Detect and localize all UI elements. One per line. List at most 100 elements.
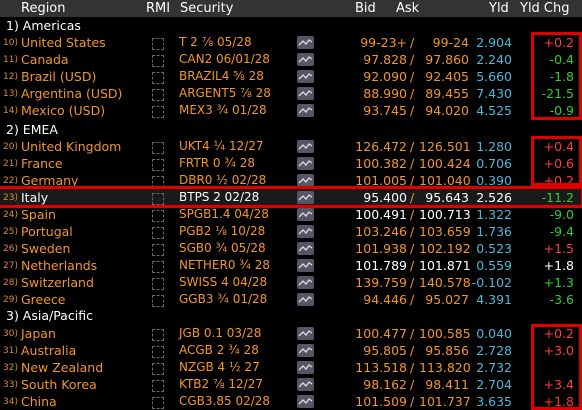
table-row[interactable]: 20) United Kingdom UKT4 ¼ 12/27 126.472/126… [0,138,582,155]
security-name[interactable]: NETHER0 ¾ 28 [179,258,270,272]
rmi-checkbox-icon[interactable] [152,363,164,375]
rmi-checkbox-icon[interactable] [152,380,164,392]
region-name[interactable]: South Korea [21,377,97,392]
security-name[interactable]: DBR0 ½ 02/28 [179,173,266,187]
region-name[interactable]: Sweden [21,241,70,256]
rmi-checkbox-icon[interactable] [152,106,164,118]
region-name[interactable]: Spain [21,207,56,222]
mini-chart-icon[interactable] [297,378,314,391]
header-rmi[interactable]: RMI [146,1,170,16]
security-name[interactable]: UKT4 ¼ 12/27 [179,139,264,153]
rmi-checkbox-icon[interactable] [152,89,164,101]
region-name[interactable]: Switzerland [21,275,94,290]
rmi-checkbox-icon[interactable] [152,227,164,239]
table-row[interactable]: 31) Australia ACGB 2 ¾ 28 95.805/95.856 2.72… [0,342,582,359]
mini-chart-icon[interactable] [297,276,314,289]
rmi-checkbox-icon[interactable] [152,159,164,171]
region-name[interactable]: Netherlands [21,258,97,273]
region-name[interactable]: Canada [21,52,69,67]
mini-chart-icon[interactable] [297,293,314,306]
mini-chart-icon[interactable] [297,242,314,255]
security-name[interactable]: MEX3 ¾ 01/28 [179,103,267,117]
security-name[interactable]: CGB3.85 02/28 [179,394,270,408]
region-name[interactable]: Mexico (USD) [21,103,105,118]
security-name[interactable]: PGB2 ⅛ 10/28 [179,224,265,238]
region-name[interactable]: United States [21,35,106,50]
mini-chart-icon[interactable] [297,157,314,170]
group-asia-pacific[interactable]: 3) Asia/Pacific [0,307,582,324]
table-row[interactable]: 34) China CGB3.85 02/28 101.509/101.737 3.63… [0,393,582,410]
security-name[interactable]: BRAZIL4 ⅝ 28 [179,69,264,83]
rmi-checkbox-icon[interactable] [152,329,164,341]
security-name[interactable]: FRTR 0 ¾ 28 [179,156,255,170]
mini-chart-icon[interactable] [297,87,314,100]
security-name[interactable]: JGB 0.1 03/28 [179,326,261,340]
table-row[interactable]: 11) Canada CAN2 06/01/28 97.828/97.860 2.240… [0,51,582,68]
rmi-checkbox-icon[interactable] [152,278,164,290]
table-row[interactable]: 30) Japan JGB 0.1 03/28 100.477/100.585 0.04… [0,325,582,342]
mini-chart-icon[interactable] [297,140,314,153]
rmi-checkbox-icon[interactable] [152,261,164,273]
mini-chart-icon[interactable] [297,361,314,374]
security-name[interactable]: CAN2 06/01/28 [179,52,270,66]
rmi-checkbox-icon[interactable] [152,244,164,256]
region-name[interactable]: Japan [21,326,56,341]
header-bid[interactable]: Bid [355,1,376,16]
table-row[interactable]: 14) Mexico (USD) MEX3 ¾ 01/28 93.745/94.020… [0,102,582,119]
region-name[interactable]: Australia [21,343,76,358]
mini-chart-icon[interactable] [297,395,314,408]
mini-chart-icon[interactable] [297,70,314,83]
rmi-checkbox-icon[interactable] [152,346,164,358]
header-security[interactable]: Security [180,1,233,16]
rmi-checkbox-icon[interactable] [152,142,164,154]
region-name[interactable]: Portugal [21,224,73,239]
table-row[interactable]: 32) New Zealand NZGB 4 ½ 27 113.518/113.820… [0,359,582,376]
mini-chart-icon[interactable] [297,104,314,117]
security-name[interactable]: SWISS 4 04/28 [179,275,267,289]
mini-chart-icon[interactable] [297,259,314,272]
region-name[interactable]: China [21,394,57,409]
group-americas[interactable]: 1) Americas [0,17,582,34]
header-ask[interactable]: Ask [396,1,419,16]
security-name[interactable]: SGB0 ¾ 05/28 [179,241,266,255]
group-emea[interactable]: 2) EMEA [0,121,582,138]
table-row[interactable]: 28) Switzerland SWISS 4 04/28 139.759/140.5… [0,274,582,291]
table-row[interactable]: 33) South Korea KTB2 ⅞ 12/27 98.162/98.411 2… [0,376,582,393]
mini-chart-icon[interactable] [297,36,314,49]
security-name[interactable]: SPGB1.4 04/28 [179,207,269,221]
region-name[interactable]: Brazil (USD) [21,69,96,84]
rmi-checkbox-icon[interactable] [152,55,164,67]
security-name[interactable]: NZGB 4 ½ 27 [179,360,260,374]
table-row[interactable]: 10) United States T 2 ⅞ 05/28 99-23+/99-24 2… [0,34,582,51]
mini-chart-icon[interactable] [297,208,314,221]
security-name[interactable]: T 2 ⅞ 05/28 [179,35,252,49]
table-row[interactable]: 25) Portugal PGB2 ⅛ 10/28 103.246/103.659 1.… [0,223,582,240]
region-name[interactable]: France [21,156,63,171]
header-yld[interactable]: Yld [489,1,509,16]
region-name[interactable]: Greece [21,292,66,307]
table-row[interactable]: 24) Spain SPGB1.4 04/28 100.491/100.713 1.32… [0,206,582,223]
table-row[interactable]: 12) Brazil (USD) BRAZIL4 ⅝ 28 92.090/92.405… [0,68,582,85]
security-name[interactable]: ACGB 2 ¾ 28 [179,343,259,357]
rmi-checkbox-icon[interactable] [152,295,164,307]
mini-chart-icon[interactable] [297,327,314,340]
mini-chart-icon[interactable] [297,225,314,238]
region-name[interactable]: Argentina (USD) [21,86,122,101]
table-row[interactable]: 26) Sweden SGB0 ¾ 05/28 101.938/102.192 0.52… [0,240,582,257]
rmi-checkbox-icon[interactable] [152,210,164,222]
table-row[interactable]: 13) Argentina (USD) ARGENT5 ⅞ 28 88.990/89.… [0,85,582,102]
rmi-checkbox-icon[interactable] [152,397,164,409]
table-row[interactable]: 27) Netherlands NETHER0 ¾ 28 101.789/101.87… [0,257,582,274]
mini-chart-icon[interactable] [297,53,314,66]
table-row[interactable]: 21) France FRTR 0 ¾ 28 100.382/100.424 0.706… [0,155,582,172]
mini-chart-icon[interactable] [297,344,314,357]
header-region[interactable]: Region [21,1,66,16]
security-name[interactable]: KTB2 ⅞ 12/27 [179,377,263,391]
region-name[interactable]: United Kingdom [21,139,121,154]
rmi-checkbox-icon[interactable] [152,72,164,84]
security-name[interactable]: ARGENT5 ⅞ 28 [179,86,271,100]
security-name[interactable]: GGB3 ¾ 01/28 [179,292,267,306]
region-name[interactable]: New Zealand [21,360,103,375]
rmi-checkbox-icon[interactable] [152,38,164,50]
table-row[interactable]: 29) Greece GGB3 ¾ 01/28 94.446/95.027 4.391-… [0,291,582,308]
